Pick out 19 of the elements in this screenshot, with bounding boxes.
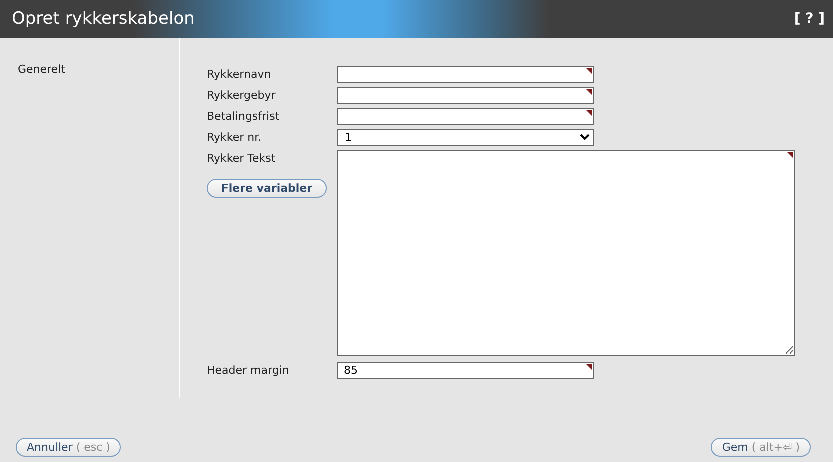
window-title: Opret rykkerskabelon [12, 9, 195, 29]
required-marker-icon [586, 110, 592, 116]
help-button[interactable]: [ ? ] [794, 11, 825, 27]
field-label: Header margin [207, 363, 290, 379]
variables-button[interactable]: Flere variabler [207, 179, 327, 198]
required-marker-icon [586, 364, 592, 370]
field-label: Betalingsfrist [207, 109, 280, 125]
field-label: Rykkergebyr [207, 88, 276, 104]
number-select[interactable]: 1 [338, 130, 593, 145]
required-marker-icon [787, 152, 793, 158]
field-label: Rykkernavn [207, 67, 272, 83]
required-marker-icon [586, 89, 592, 95]
cancel-button[interactable]: Annuller ( esc ) [16, 438, 122, 457]
sidebar-item[interactable]: Generelt [18, 63, 66, 76]
required-marker-icon [586, 68, 592, 74]
field-label: Rykker nr. [207, 130, 262, 146]
field-label: Rykker Tekst [207, 151, 276, 167]
input-field[interactable]: 85 [338, 363, 593, 378]
save-button[interactable]: Gem ( alt+⏎ ) [711, 438, 811, 457]
